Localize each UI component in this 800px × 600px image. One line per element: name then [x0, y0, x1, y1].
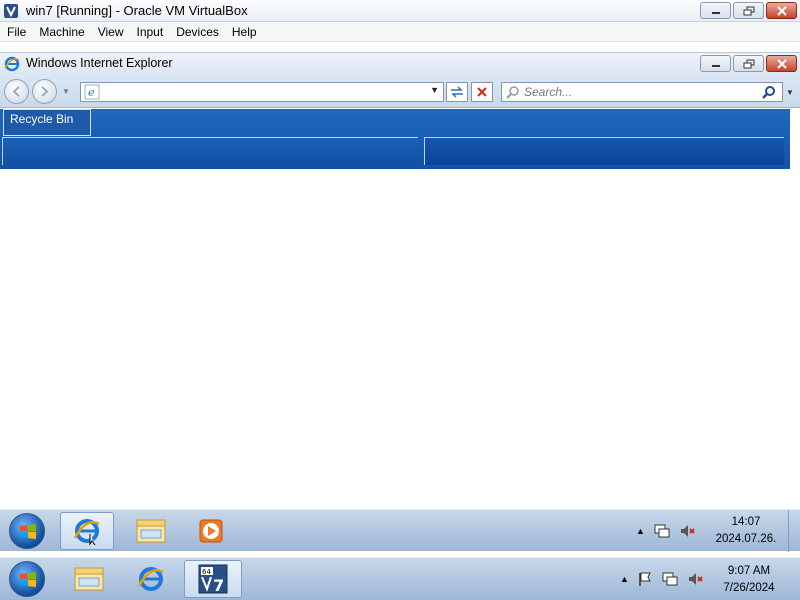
- taskbar-windows-explorer[interactable]: [124, 512, 178, 550]
- guest-clock-date: 2024.07.26.: [715, 533, 777, 545]
- volume-muted-icon[interactable]: [687, 571, 705, 587]
- menu-help[interactable]: Help: [227, 22, 262, 41]
- guest-clock[interactable]: 14:07 2024.07.26.: [708, 514, 784, 548]
- desktop-strip: [2, 137, 418, 165]
- menu-input[interactable]: Input: [132, 22, 169, 41]
- minimize-icon: [711, 11, 720, 14]
- windows-logo-icon: [20, 572, 36, 587]
- host-clock-date: 7/26/2024: [723, 582, 775, 594]
- forward-arrow-icon: [41, 86, 49, 97]
- search-input[interactable]: [524, 84, 754, 100]
- virtualbox-icon: [4, 4, 18, 18]
- host-system-tray: ▲: [620, 558, 705, 600]
- address-bar[interactable]: e ▼: [80, 82, 444, 102]
- start-button[interactable]: [9, 513, 45, 549]
- stop-icon: [477, 87, 487, 97]
- address-dropdown-icon[interactable]: ▼: [430, 85, 439, 95]
- ie-content-area[interactable]: Recycle Bin: [0, 109, 790, 169]
- recent-pages-dropdown-icon[interactable]: ▼: [62, 87, 70, 96]
- ie-restore-button[interactable]: [733, 55, 764, 72]
- virtualbox-title-bar: win7 [Running] - Oracle VM VirtualBox: [0, 0, 800, 22]
- search-options-icon[interactable]: ▼: [786, 88, 794, 97]
- menu-devices[interactable]: Devices: [171, 22, 224, 41]
- close-button[interactable]: [766, 2, 797, 19]
- svg-text:e: e: [88, 86, 95, 99]
- minimize-button[interactable]: [700, 2, 731, 19]
- ie-toolbar: ▼ e ▼ Search... ▼: [0, 74, 800, 108]
- action-center-flag-icon[interactable]: [637, 571, 653, 587]
- menu-file[interactable]: File: [2, 22, 31, 41]
- virtualbox-win7-64-icon: 64 7: [198, 564, 228, 595]
- address-input[interactable]: [103, 84, 423, 100]
- network-icon[interactable]: [661, 571, 679, 587]
- host-taskbar: 64 7 ▲ 9:07 AM 7/26/2024: [0, 557, 800, 600]
- volume-muted-icon[interactable]: [679, 523, 697, 539]
- recycle-bin-label[interactable]: Recycle Bin: [3, 109, 91, 136]
- taskbar-media-player[interactable]: [184, 512, 238, 550]
- network-icon[interactable]: [653, 523, 671, 539]
- folder-icon: [74, 567, 104, 591]
- search-provider-icon: [506, 86, 519, 99]
- stop-button[interactable]: [471, 82, 493, 102]
- host-clock[interactable]: 9:07 AM 7/26/2024: [712, 563, 786, 597]
- restore-button[interactable]: [733, 2, 764, 19]
- minimize-icon: [711, 64, 720, 67]
- close-icon: [776, 5, 787, 16]
- show-desktop-button[interactable]: [788, 510, 800, 552]
- guest-taskbar: ▲ 14:07 2024.07.26.: [0, 509, 800, 552]
- forward-button[interactable]: [32, 79, 57, 104]
- media-player-icon: [199, 519, 223, 543]
- menu-view[interactable]: View: [93, 22, 129, 41]
- folder-icon: [136, 519, 166, 543]
- ie-window-title: Windows Internet Explorer: [26, 56, 173, 70]
- refresh-icon: [451, 86, 463, 98]
- page-icon: e: [84, 84, 100, 100]
- svg-text:7: 7: [213, 576, 224, 595]
- host-taskbar-windows-explorer[interactable]: [62, 560, 116, 598]
- search-box[interactable]: [501, 82, 783, 102]
- guest-screen[interactable]: Windows Internet Explorer ▼ e ▼ Search..…: [0, 43, 800, 600]
- internet-explorer-icon: [73, 519, 100, 546]
- internet-explorer-icon: [4, 56, 20, 72]
- back-button[interactable]: [4, 79, 29, 104]
- show-hidden-icons-icon[interactable]: ▲: [620, 574, 629, 584]
- ie-title-bar: Windows Internet Explorer: [0, 52, 800, 74]
- search-icon[interactable]: [762, 85, 776, 99]
- host-start-button[interactable]: [9, 561, 45, 597]
- menu-bar: File Machine View Input Devices Help: [0, 22, 800, 42]
- restore-icon: [743, 59, 754, 68]
- internet-explorer-icon: [137, 567, 164, 591]
- windows-logo-icon: [20, 524, 36, 539]
- close-icon: [776, 58, 787, 69]
- show-hidden-icons-icon[interactable]: ▲: [636, 526, 645, 536]
- host-taskbar-internet-explorer[interactable]: [124, 560, 178, 598]
- back-arrow-icon: [12, 86, 20, 97]
- menu-machine[interactable]: Machine: [34, 22, 89, 41]
- host-taskbar-virtualbox-win7[interactable]: 64 7: [184, 560, 242, 598]
- guest-clock-time: 14:07: [731, 516, 761, 528]
- taskbar-internet-explorer[interactable]: [60, 512, 114, 550]
- refresh-button[interactable]: [446, 82, 468, 102]
- ie-minimize-button[interactable]: [700, 55, 731, 72]
- window-title: win7 [Running] - Oracle VM VirtualBox: [26, 3, 248, 18]
- ie-close-button[interactable]: [766, 55, 797, 72]
- guest-system-tray: ▲: [636, 510, 697, 552]
- restore-icon: [743, 6, 754, 15]
- host-clock-time: 9:07 AM: [727, 565, 771, 577]
- desktop-strip: [424, 137, 784, 165]
- svg-text:64: 64: [202, 568, 211, 576]
